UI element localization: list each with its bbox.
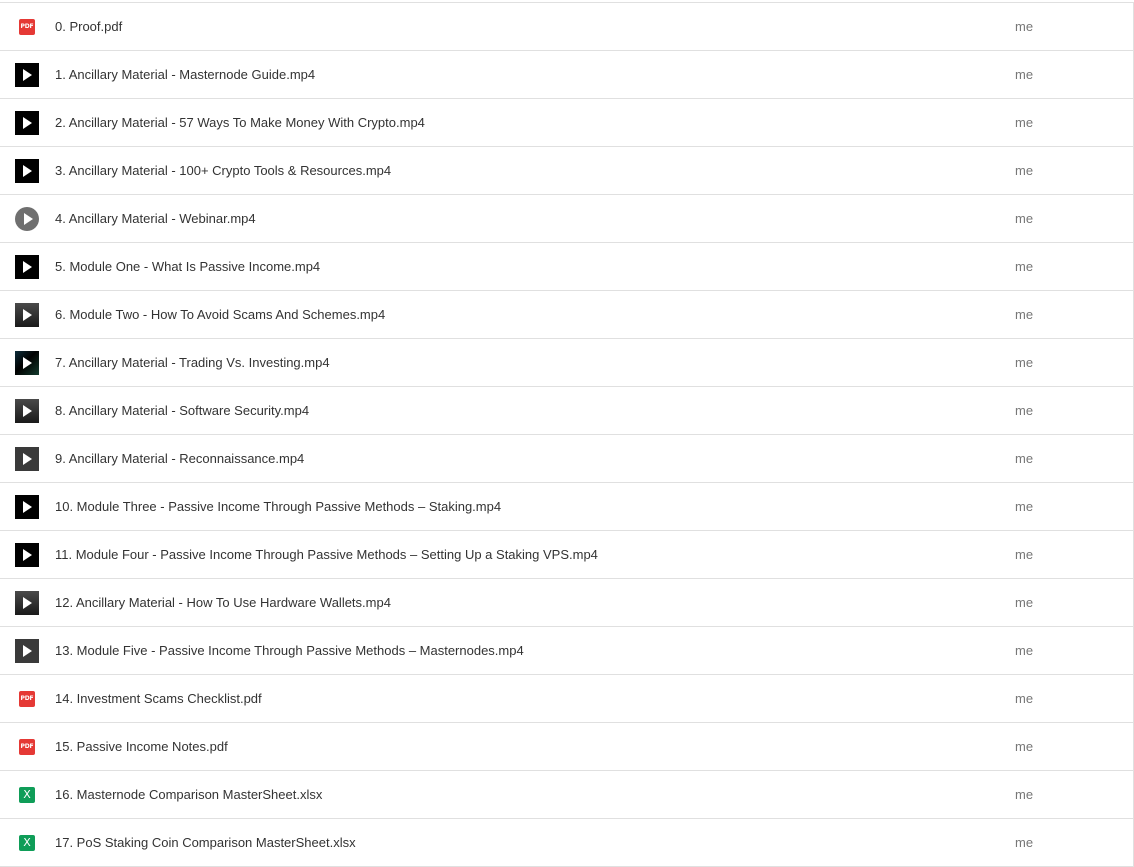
spreadsheet-icon: X bbox=[15, 783, 39, 807]
video-icon bbox=[15, 351, 39, 375]
spreadsheet-icon-label: X bbox=[19, 835, 35, 851]
video-icon bbox=[15, 495, 39, 519]
pdf-icon: PDF bbox=[15, 687, 39, 711]
file-name[interactable]: 13. Module Five - Passive Income Through… bbox=[55, 627, 524, 674]
list-item[interactable]: X 16. Masternode Comparison MasterSheet.… bbox=[0, 771, 1134, 819]
spreadsheet-icon-label: X bbox=[19, 787, 35, 803]
file-owner: me bbox=[1015, 787, 1034, 802]
file-owner: me bbox=[1015, 451, 1034, 466]
file-name[interactable]: 12. Ancillary Material - How To Use Hard… bbox=[55, 579, 391, 626]
list-item[interactable]: 5. Module One - What Is Passive Income.m… bbox=[0, 243, 1134, 291]
file-list: PDF 0. Proof.pdf me 1. Ancillary Materia… bbox=[0, 2, 1134, 867]
video-icon bbox=[15, 303, 39, 327]
file-name[interactable]: 0. Proof.pdf bbox=[55, 3, 122, 50]
file-name[interactable]: 5. Module One - What Is Passive Income.m… bbox=[55, 243, 320, 290]
video-icon bbox=[15, 543, 39, 567]
file-owner: me bbox=[1015, 115, 1034, 130]
file-name[interactable]: 9. Ancillary Material - Reconnaissance.m… bbox=[55, 435, 304, 482]
file-owner: me bbox=[1015, 835, 1034, 850]
video-icon bbox=[15, 639, 39, 663]
pdf-icon: PDF bbox=[15, 15, 39, 39]
video-icon bbox=[15, 63, 39, 87]
pdf-icon-label: PDF bbox=[19, 691, 35, 707]
video-icon bbox=[15, 255, 39, 279]
file-owner: me bbox=[1015, 259, 1034, 274]
file-name[interactable]: 4. Ancillary Material - Webinar.mp4 bbox=[55, 195, 256, 242]
list-item[interactable]: 13. Module Five - Passive Income Through… bbox=[0, 627, 1134, 675]
file-name[interactable]: 16. Masternode Comparison MasterSheet.xl… bbox=[55, 771, 322, 818]
file-owner: me bbox=[1015, 403, 1034, 418]
video-icon bbox=[15, 447, 39, 471]
file-name[interactable]: 17. PoS Staking Coin Comparison MasterSh… bbox=[55, 819, 356, 866]
list-item[interactable]: PDF 14. Investment Scams Checklist.pdf m… bbox=[0, 675, 1134, 723]
file-name[interactable]: 7. Ancillary Material - Trading Vs. Inve… bbox=[55, 339, 330, 386]
list-item[interactable]: 9. Ancillary Material - Reconnaissance.m… bbox=[0, 435, 1134, 483]
list-item[interactable]: 8. Ancillary Material - Software Securit… bbox=[0, 387, 1134, 435]
list-item[interactable]: 2. Ancillary Material - 57 Ways To Make … bbox=[0, 99, 1134, 147]
video-icon bbox=[15, 399, 39, 423]
file-name[interactable]: 15. Passive Income Notes.pdf bbox=[55, 723, 228, 770]
file-owner: me bbox=[1015, 67, 1034, 82]
file-owner: me bbox=[1015, 307, 1034, 322]
list-item[interactable]: 11. Module Four - Passive Income Through… bbox=[0, 531, 1134, 579]
pdf-icon: PDF bbox=[15, 735, 39, 759]
list-item[interactable]: X 17. PoS Staking Coin Comparison Master… bbox=[0, 819, 1134, 867]
video-icon bbox=[15, 159, 39, 183]
file-name[interactable]: 8. Ancillary Material - Software Securit… bbox=[55, 387, 309, 434]
file-owner: me bbox=[1015, 691, 1034, 706]
video-icon bbox=[15, 591, 39, 615]
file-owner: me bbox=[1015, 499, 1034, 514]
spreadsheet-icon: X bbox=[15, 831, 39, 855]
list-item[interactable]: 6. Module Two - How To Avoid Scams And S… bbox=[0, 291, 1134, 339]
file-owner: me bbox=[1015, 211, 1034, 226]
list-item[interactable]: 1. Ancillary Material - Masternode Guide… bbox=[0, 51, 1134, 99]
file-name[interactable]: 6. Module Two - How To Avoid Scams And S… bbox=[55, 291, 385, 338]
list-item[interactable]: 3. Ancillary Material - 100+ Crypto Tool… bbox=[0, 147, 1134, 195]
list-item[interactable]: PDF 15. Passive Income Notes.pdf me bbox=[0, 723, 1134, 771]
list-item[interactable]: 7. Ancillary Material - Trading Vs. Inve… bbox=[0, 339, 1134, 387]
file-owner: me bbox=[1015, 643, 1034, 658]
file-name[interactable]: 2. Ancillary Material - 57 Ways To Make … bbox=[55, 99, 425, 146]
pdf-icon-label: PDF bbox=[19, 19, 35, 35]
file-name[interactable]: 1. Ancillary Material - Masternode Guide… bbox=[55, 51, 315, 98]
file-owner: me bbox=[1015, 163, 1034, 178]
pdf-icon-label: PDF bbox=[19, 739, 35, 755]
file-owner: me bbox=[1015, 355, 1034, 370]
list-item[interactable]: 4. Ancillary Material - Webinar.mp4 me bbox=[0, 195, 1134, 243]
file-name[interactable]: 11. Module Four - Passive Income Through… bbox=[55, 531, 598, 578]
list-item[interactable]: 12. Ancillary Material - How To Use Hard… bbox=[0, 579, 1134, 627]
file-owner: me bbox=[1015, 595, 1034, 610]
file-owner: me bbox=[1015, 547, 1034, 562]
file-owner: me bbox=[1015, 739, 1034, 754]
list-item[interactable]: 10. Module Three - Passive Income Throug… bbox=[0, 483, 1134, 531]
play-circle-icon bbox=[15, 207, 39, 231]
video-icon bbox=[15, 111, 39, 135]
list-item[interactable]: PDF 0. Proof.pdf me bbox=[0, 3, 1134, 51]
file-owner: me bbox=[1015, 19, 1034, 34]
file-name[interactable]: 3. Ancillary Material - 100+ Crypto Tool… bbox=[55, 147, 391, 194]
file-name[interactable]: 14. Investment Scams Checklist.pdf bbox=[55, 675, 262, 722]
file-name[interactable]: 10. Module Three - Passive Income Throug… bbox=[55, 483, 501, 530]
